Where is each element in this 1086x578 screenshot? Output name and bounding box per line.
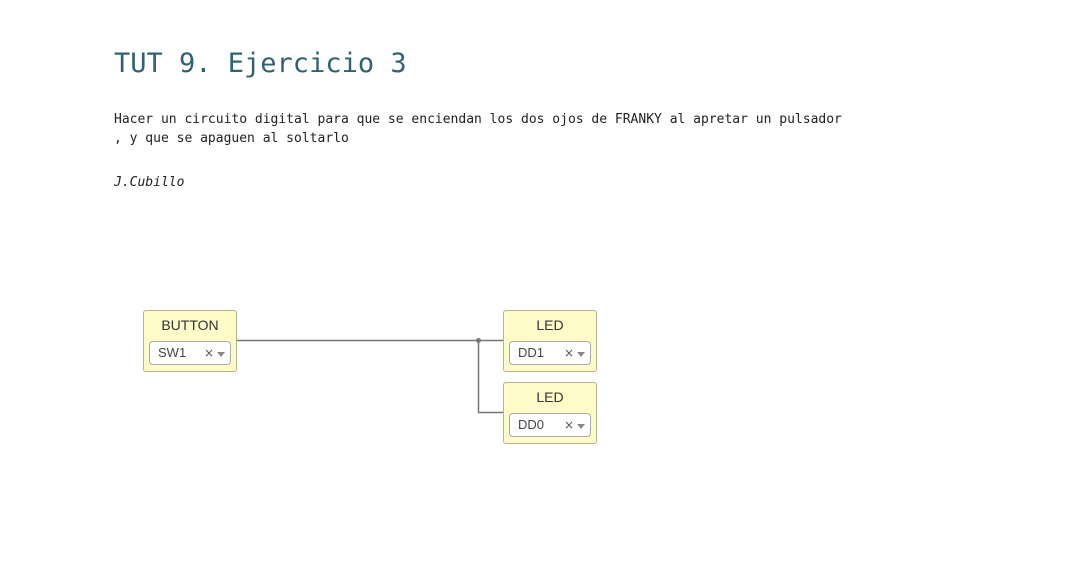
port-select-value: DD1 [518,345,545,360]
chevron-down-icon[interactable] [577,424,585,429]
clear-icon[interactable]: × [564,418,574,432]
port-select-value: SW1 [158,345,187,360]
circuit-wires [237,338,504,414]
led-block[interactable]: LED DD0 × [503,382,597,444]
block-type-label: BUTTON [161,317,219,333]
block-type-label: LED [536,389,564,405]
button-block[interactable]: BUTTON SW1 × [143,310,237,372]
clear-icon[interactable]: × [564,346,574,360]
chevron-down-icon[interactable] [217,352,225,357]
wire-junction [476,338,481,343]
port-select[interactable]: SW1 × [149,341,231,365]
block-type-label: LED [536,317,564,333]
wire-sw1-to-dd0[interactable] [477,340,504,414]
port-select-value: DD0 [518,417,545,432]
chevron-down-icon[interactable] [577,352,585,357]
port-select[interactable]: DD0 × [509,413,591,437]
port-select[interactable]: DD1 × [509,341,591,365]
clear-icon[interactable]: × [204,346,214,360]
led-block[interactable]: LED DD1 × [503,310,597,372]
